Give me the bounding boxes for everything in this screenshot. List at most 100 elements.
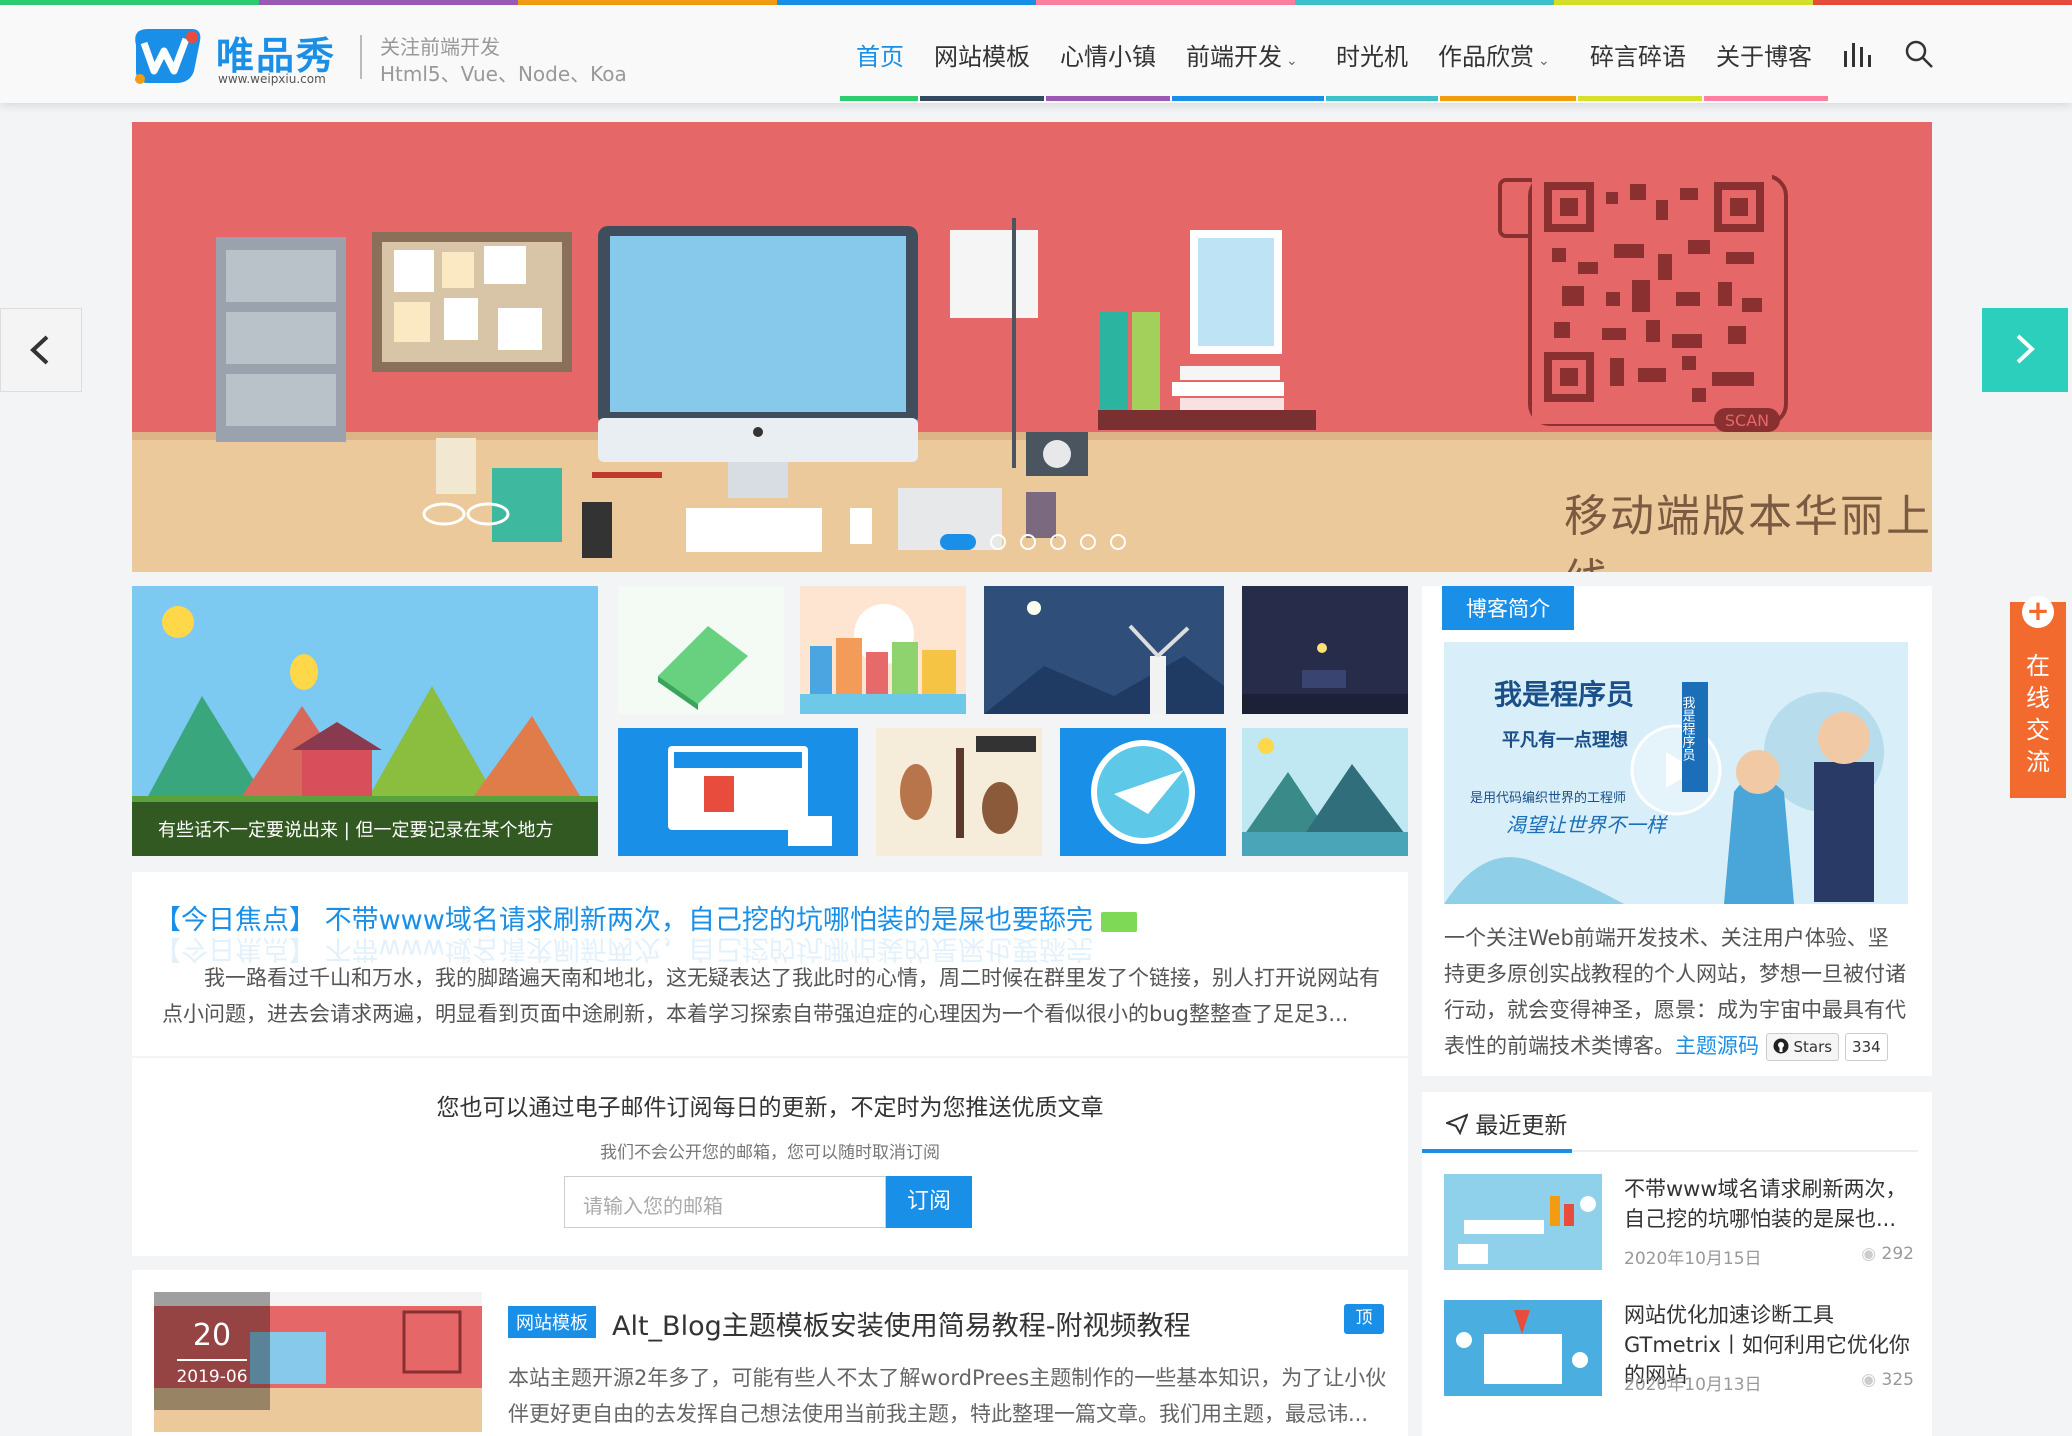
intro-img-slogan: 渴望让世界不一样 xyxy=(1506,813,1669,837)
nav-item-works[interactable]: 作品欣赏 ⌄ xyxy=(1438,37,1550,72)
chevron-down-icon: ⌄ xyxy=(1286,53,1298,69)
nav-item-home[interactable]: 首页 xyxy=(856,37,904,72)
paper-plane-icon xyxy=(1444,1113,1469,1136)
thumb-night-desk-image xyxy=(1242,586,1408,714)
site-header: 唯品秀 www.weipxiu.com 关注前端开发 Html5、Vue、Nod… xyxy=(0,5,2072,103)
nav-underline-templates xyxy=(920,96,1044,101)
intro-img-sub: 平凡有一点理想 xyxy=(1502,729,1628,751)
post-category[interactable]: 网站模板 xyxy=(508,1306,596,1338)
nav-underline-notes xyxy=(1578,96,1702,101)
search-icon[interactable] xyxy=(1904,39,1934,69)
recent-item-2-thumb xyxy=(1444,1300,1602,1396)
post-date-day: 20 xyxy=(192,1318,232,1353)
thumb-mountains-image xyxy=(1242,728,1408,856)
featured-thumb[interactable]: 有些话不一定要说出来 | 但一定要记录在某个地方 xyxy=(132,586,598,856)
nav-item-about[interactable]: 关于博客 xyxy=(1716,37,1812,72)
logo-url: www.weipxiu.com xyxy=(218,72,326,86)
recent-item-2-views: ◉ 325 xyxy=(1861,1370,1914,1390)
header-divider xyxy=(360,35,362,79)
banner-dot-1[interactable] xyxy=(940,534,976,550)
nav-underline-home xyxy=(840,96,918,101)
thumb-mountains[interactable] xyxy=(1242,728,1408,856)
recent-item-1-image xyxy=(1444,1174,1602,1270)
thumb-webdesign[interactable] xyxy=(618,728,858,856)
chevron-down-icon: ⌄ xyxy=(1538,53,1550,69)
thumb-city-image xyxy=(800,586,966,714)
intro-image[interactable]: 我是程序员 平凡有一点理想 是用代码编织世界的工程师 渴望让世界不一样 我是程序… xyxy=(1444,642,1908,904)
hero-banner[interactable]: SCAN 移动端版本华丽上线 xyxy=(132,122,1932,572)
recent-heading: 最近更新 xyxy=(1444,1106,1568,1140)
subscribe-card: 您也可以通过电子邮件订阅每日的更新，不定时为您推送优质文章 我们不会公开您的邮箱… xyxy=(132,1058,1408,1256)
subscribe-note: 我们不会公开您的邮箱，您可以随时取消订阅 xyxy=(600,1143,940,1163)
featured-caption: 有些话不一定要说出来 | 但一定要记录在某个地方 xyxy=(132,802,598,856)
nav-item-timemachine[interactable]: 时光机 xyxy=(1336,37,1408,72)
recent-heading-label: 最近更新 xyxy=(1475,1113,1568,1139)
thumb-music-image xyxy=(876,728,1042,856)
thumb-city[interactable] xyxy=(800,586,966,714)
banner-dot-4[interactable] xyxy=(1050,534,1066,550)
intro-img-title: 我是程序员 xyxy=(1494,678,1634,711)
online-chat-label: 在线交流 xyxy=(2026,652,2050,776)
chevron-right-icon xyxy=(2016,334,2035,364)
banner-dot-5[interactable] xyxy=(1080,534,1096,550)
banner-dot-6[interactable] xyxy=(1110,534,1126,550)
chart-bars-icon[interactable] xyxy=(1843,41,1873,67)
thumb-paperplane-image xyxy=(1060,728,1226,856)
new-flag-icon xyxy=(1101,911,1138,932)
thumb-windmill[interactable] xyxy=(984,586,1224,714)
thumb-night-desk[interactable] xyxy=(1242,586,1408,714)
nav-item-templates[interactable]: 网站模板 xyxy=(934,37,1030,72)
eye-icon: ◉ xyxy=(1861,1370,1877,1390)
nav-underline-about xyxy=(1704,96,1828,101)
recent-divider-active xyxy=(1422,1149,1572,1153)
nav-underline-mood xyxy=(1046,96,1170,101)
nav-item-frontend[interactable]: 前端开发 ⌄ xyxy=(1186,37,1298,72)
post-excerpt: 本站主题开源2年多了，可能有些人不太了解wordPrees主题制作的一些基本知识… xyxy=(508,1366,1387,1426)
nav-underline-works xyxy=(1440,96,1576,101)
github-icon xyxy=(1773,1038,1789,1054)
nav-underline-frontend xyxy=(1172,96,1324,101)
github-stars-button[interactable]: Stars xyxy=(1765,1033,1840,1061)
thumb-404[interactable] xyxy=(618,586,784,714)
email-input[interactable]: 请输入您的邮箱 xyxy=(564,1176,886,1228)
recent-item-1-views: ◉ 292 xyxy=(1861,1244,1914,1264)
recent-item-2[interactable]: 网站优化加速诊断工具GTmetrix丨如何利用它优化你的网站 2020年10月1… xyxy=(1444,1300,1914,1400)
recent-item-2-date: 2020年10月13日 xyxy=(1624,1375,1762,1395)
nav-item-notes[interactable]: 碎言碎语 xyxy=(1590,37,1686,72)
subscribe-button[interactable]: 订阅 xyxy=(886,1176,972,1228)
post-title[interactable]: Alt_Blog主题模板安装使用简易教程-附视频教程 xyxy=(612,1304,1190,1343)
intro-text: 一个关注Web前端开发技术、关注用户体验、坚持更多原创实战教程的个人网站，梦想一… xyxy=(1444,920,1908,1064)
theme-source-link[interactable]: 主题源码 xyxy=(1675,1034,1759,1058)
thumb-paperplane[interactable] xyxy=(1060,728,1226,856)
banner-dot-2[interactable] xyxy=(990,534,1006,550)
blog-intro-card: 博客简介 我是程序员 平凡有一点理想 是用代码编织世界的工程师 渴望让世界不一样… xyxy=(1422,586,1932,1076)
focus-card: 【今日焦点】 不带www域名请求刷新两次，自己挖的坑哪怕装的是屎也要舔完 【今日… xyxy=(132,872,1408,1056)
nav-underline-timemachine xyxy=(1326,96,1438,101)
thumb-music[interactable] xyxy=(876,728,1042,856)
banner-prev-button[interactable] xyxy=(0,308,82,392)
online-chat-tab[interactable]: + 在线交流 xyxy=(2010,596,2066,798)
intro-illustration: 我是程序员 平凡有一点理想 是用代码编织世界的工程师 渴望让世界不一样 我是程序… xyxy=(1444,642,1908,904)
recent-item-1-thumb xyxy=(1444,1174,1602,1270)
recent-item-2-image xyxy=(1444,1300,1602,1396)
recent-updates-card: 最近更新 不带www域名请求刷新两次，自己挖的坑哪怕装的是屎也... 2020年… xyxy=(1422,1092,1932,1436)
post-date: 20 2019-06 xyxy=(154,1292,270,1410)
eye-icon: ◉ xyxy=(1861,1244,1877,1264)
tagline-secondary: Html5、Vue、Node、Koa xyxy=(380,62,627,86)
site-logo[interactable]: 唯品秀 www.weipxiu.com xyxy=(130,21,350,91)
nav-item-mood[interactable]: 心情小镇 xyxy=(1060,37,1156,72)
banner-dot-3[interactable] xyxy=(1020,534,1036,550)
chevron-left-icon xyxy=(30,335,49,365)
intro-img-vertical: 我是程序员 xyxy=(1680,696,1696,761)
stars-count: 334 xyxy=(1845,1033,1888,1061)
banner-scan-label: SCAN xyxy=(1725,411,1769,430)
recent-item-1[interactable]: 不带www域名请求刷新两次，自己挖的坑哪怕装的是屎也... 2020年10月15… xyxy=(1444,1174,1914,1274)
thumb-windmill-image xyxy=(984,586,1224,714)
post-card: 20 2019-06 网站模板 Alt_Blog主题模板安装使用简易教程-附视频… xyxy=(132,1270,1408,1436)
banner-next-button[interactable] xyxy=(1982,308,2068,392)
intro-tag: 博客简介 xyxy=(1442,586,1574,630)
thumb-404-image xyxy=(618,586,784,714)
stars-label: Stars xyxy=(1793,1038,1833,1056)
banner-headline: 移动端版本华丽上线 xyxy=(1564,491,1932,572)
intro-img-line: 是用代码编织世界的工程师 xyxy=(1470,790,1626,806)
